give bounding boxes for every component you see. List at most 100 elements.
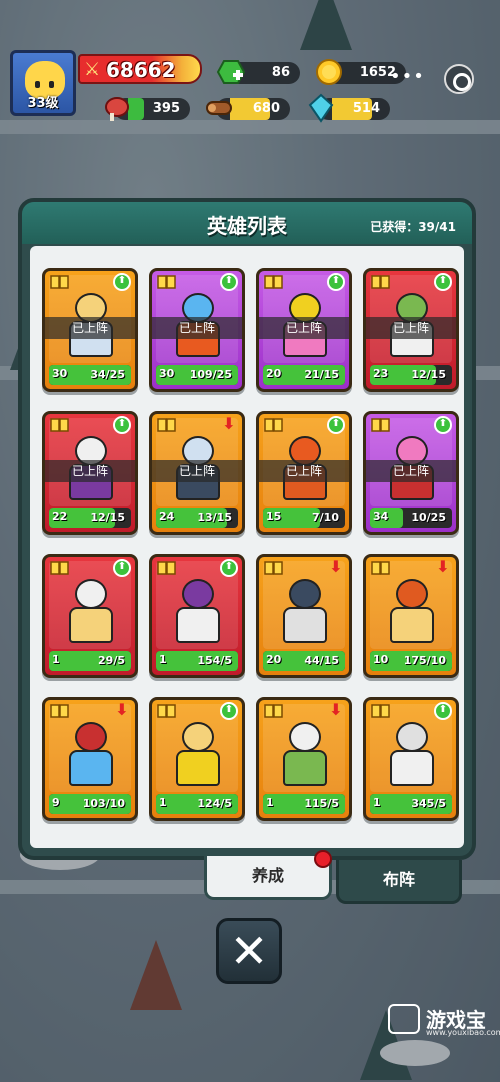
hero-card[interactable]: ⬆ 已上阵 23 12/15 bbox=[363, 268, 459, 392]
hero-list-panel: 英雄列表 已获得：39/41 ⬆ 已上阵 30 34/25 ⬆ 已上阵 30 1… bbox=[18, 198, 476, 860]
hero-stat-bar: 15 7/10 bbox=[263, 508, 345, 528]
hero-card[interactable]: ⬆ 已上阵 30 109/25 bbox=[149, 268, 245, 392]
hero-fragments: 44/15 bbox=[304, 654, 339, 667]
gems-value: 86 bbox=[271, 65, 290, 80]
hero-head bbox=[289, 579, 321, 609]
hero-head bbox=[182, 722, 214, 752]
hero-fragments: 12/15 bbox=[90, 511, 125, 524]
hero-stat-bar: 1 115/5 bbox=[263, 794, 345, 814]
hero-grid-container[interactable]: ⬆ 已上阵 30 34/25 ⬆ 已上阵 30 109/25 ⬆ 已上阵 20 … bbox=[30, 246, 464, 848]
player-avatar[interactable]: 33级 bbox=[10, 50, 76, 116]
hero-head bbox=[396, 579, 428, 609]
hero-card[interactable]: ⬇ 9 103/10 bbox=[42, 697, 138, 821]
hero-card[interactable]: ⬆ 已上阵 22 12/15 bbox=[42, 411, 138, 535]
up-arrow-icon: ⬆ bbox=[220, 559, 238, 577]
hero-figure bbox=[384, 722, 438, 790]
hero-level: 23 bbox=[373, 367, 389, 380]
hero-card[interactable]: ⬆ 已上阵 30 34/25 bbox=[42, 268, 138, 392]
book-icon bbox=[157, 561, 176, 575]
hero-card[interactable]: ⬆ 已上阵 15 7/10 bbox=[256, 411, 352, 535]
meat-counter[interactable]: 395 bbox=[105, 97, 190, 121]
avatar-eye bbox=[49, 81, 54, 88]
more-menu-icon[interactable]: ••• bbox=[390, 66, 425, 87]
hero-body bbox=[390, 607, 434, 643]
hero-figure bbox=[277, 579, 331, 647]
hero-fragments: 34/25 bbox=[90, 368, 125, 381]
hero-stat-bar: 10 175/10 bbox=[370, 651, 452, 671]
hero-stat-bar: 20 44/15 bbox=[263, 651, 345, 671]
hero-fragments: 29/5 bbox=[98, 654, 125, 667]
hero-card[interactable]: ⬆ 已上阵 34 10/25 bbox=[363, 411, 459, 535]
hero-figure bbox=[170, 722, 224, 790]
hero-fragments: 115/5 bbox=[304, 797, 339, 810]
meat-value: 395 bbox=[152, 101, 180, 116]
close-button[interactable]: ✕ bbox=[216, 918, 282, 984]
hero-card[interactable]: ⬆ 1 124/5 bbox=[149, 697, 245, 821]
hero-head bbox=[75, 722, 107, 752]
hero-level: 10 bbox=[373, 653, 389, 666]
gamepad-icon bbox=[388, 1004, 420, 1034]
hero-level: 1 bbox=[52, 653, 60, 666]
notification-dot bbox=[314, 850, 332, 868]
hero-level: 1 bbox=[159, 796, 167, 809]
hero-body bbox=[176, 750, 220, 786]
hero-head bbox=[396, 722, 428, 752]
deployed-label: 已上阵 bbox=[259, 317, 349, 339]
hero-level: 1 bbox=[159, 653, 167, 666]
hero-card[interactable]: ⬇ 20 44/15 bbox=[256, 554, 352, 678]
hero-card[interactable]: ⬇ 1 115/5 bbox=[256, 697, 352, 821]
hero-card[interactable]: ⬇ 已上阵 24 13/15 bbox=[149, 411, 245, 535]
deployed-label: 已上阵 bbox=[366, 460, 456, 482]
target-icon[interactable] bbox=[444, 64, 474, 94]
hero-stat-bar: 22 12/15 bbox=[49, 508, 131, 528]
hero-level: 30 bbox=[52, 367, 68, 380]
hero-fragments: 103/10 bbox=[82, 797, 125, 810]
book-icon bbox=[371, 275, 390, 289]
book-icon bbox=[371, 704, 390, 718]
green-gem-icon bbox=[216, 60, 246, 84]
book-icon bbox=[264, 561, 283, 575]
hero-head bbox=[182, 579, 214, 609]
crystal-icon bbox=[308, 93, 334, 123]
book-icon bbox=[264, 418, 283, 432]
hero-stat-bar: 1 345/5 bbox=[370, 794, 452, 814]
tab-formation[interactable]: 布阵 bbox=[336, 860, 462, 904]
panel-header: 英雄列表 已获得：39/41 bbox=[22, 202, 472, 244]
hero-card[interactable]: ⬆ 1 154/5 bbox=[149, 554, 245, 678]
watermark-url: www.youxibao.com bbox=[426, 1028, 500, 1037]
wood-counter[interactable]: 680 bbox=[206, 98, 290, 120]
avatar-eye bbox=[35, 81, 40, 88]
crystal-counter[interactable]: 514 bbox=[308, 93, 390, 123]
hero-card[interactable]: ⬆ 1 29/5 bbox=[42, 554, 138, 678]
hero-fragments: 109/25 bbox=[189, 368, 232, 381]
gems-counter[interactable]: 86 bbox=[216, 60, 300, 84]
hero-level: 20 bbox=[266, 653, 282, 666]
up-arrow-icon: ⬆ bbox=[220, 702, 238, 720]
hero-figure bbox=[384, 579, 438, 647]
hero-stat-bar: 34 10/25 bbox=[370, 508, 452, 528]
hero-level: 9 bbox=[52, 796, 60, 809]
hero-body bbox=[283, 750, 327, 786]
up-arrow-icon: ⬆ bbox=[327, 416, 345, 434]
combat-power: ⚔ 68662 bbox=[78, 54, 202, 84]
hero-level: 22 bbox=[52, 510, 68, 523]
hero-body bbox=[283, 607, 327, 643]
hero-fragments: 175/10 bbox=[403, 654, 446, 667]
hero-card[interactable]: ⬆ 已上阵 20 21/15 bbox=[256, 268, 352, 392]
hero-figure bbox=[277, 722, 331, 790]
book-icon bbox=[371, 561, 390, 575]
hero-level: 15 bbox=[266, 510, 282, 523]
down-arrow-icon: ⬇ bbox=[329, 557, 343, 576]
up-arrow-icon: ⬆ bbox=[434, 416, 452, 434]
book-icon bbox=[157, 275, 176, 289]
meat-icon bbox=[105, 97, 129, 121]
book-icon bbox=[157, 418, 176, 432]
hero-card[interactable]: ⬆ 1 345/5 bbox=[363, 697, 459, 821]
up-arrow-icon: ⬆ bbox=[113, 559, 131, 577]
hero-fragments: 12/15 bbox=[411, 368, 446, 381]
hero-level: 30 bbox=[159, 367, 175, 380]
hero-card[interactable]: ⬇ 10 175/10 bbox=[363, 554, 459, 678]
tab-train[interactable]: 养成 bbox=[204, 856, 332, 900]
deployed-label: 已上阵 bbox=[366, 317, 456, 339]
hero-level: 24 bbox=[159, 510, 175, 523]
